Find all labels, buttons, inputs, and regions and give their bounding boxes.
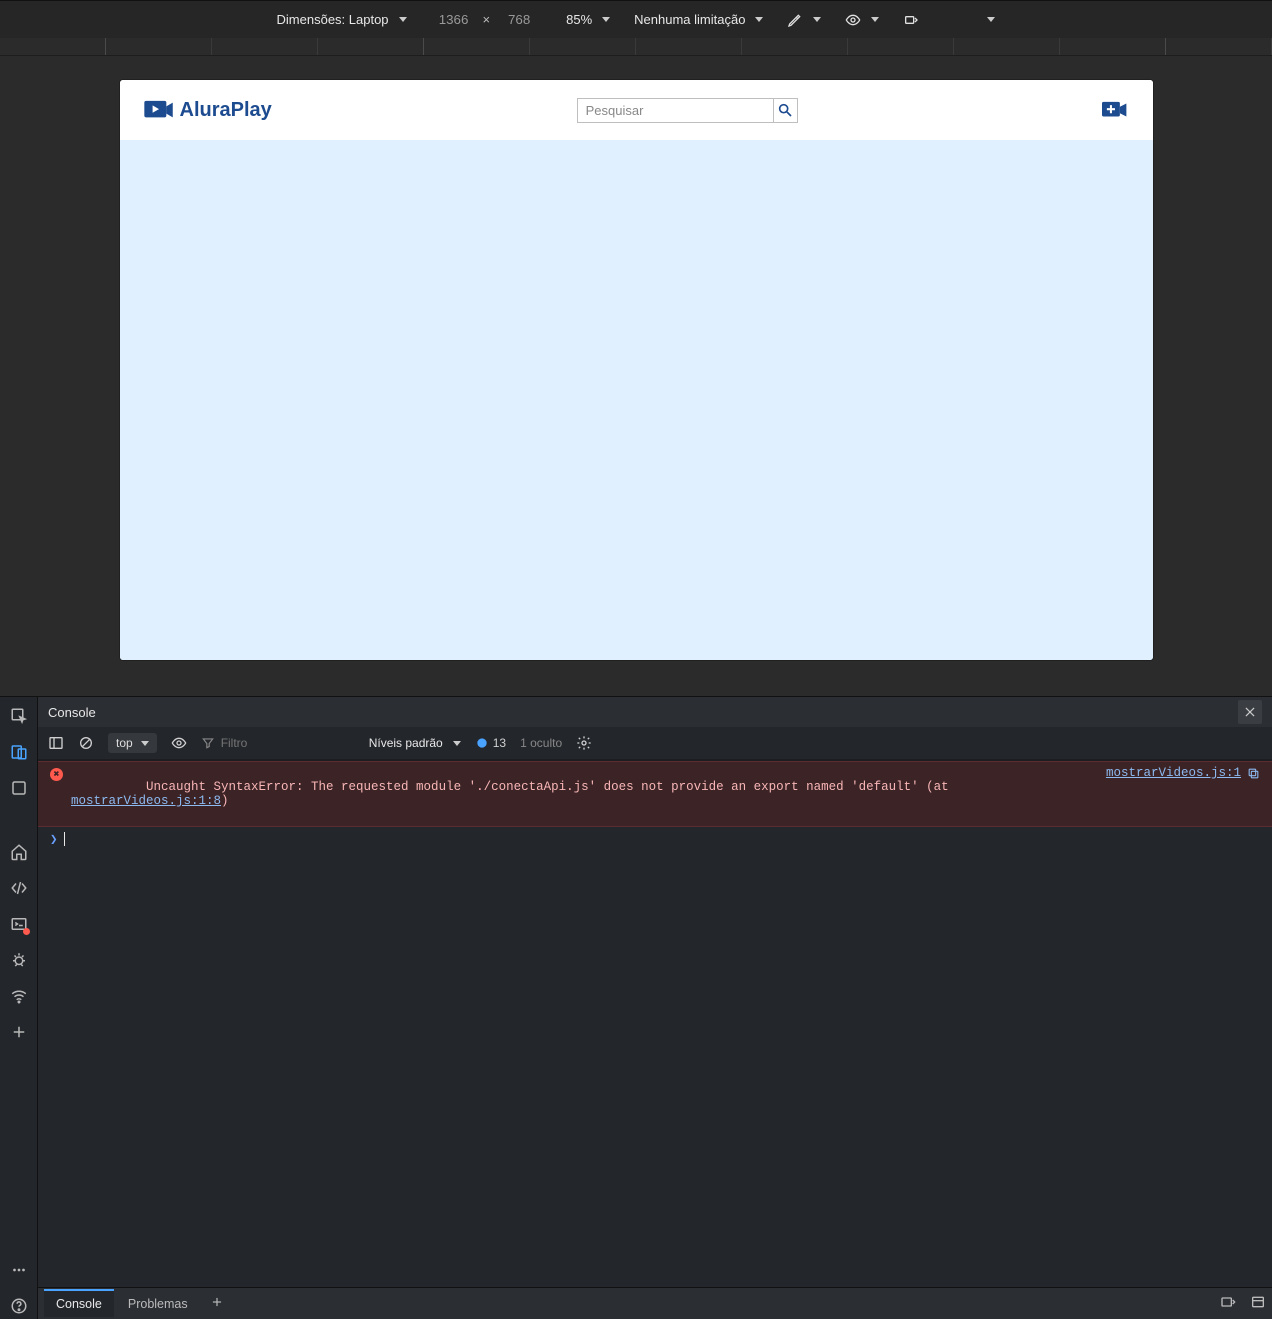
visibility-button[interactable]: [845, 12, 879, 28]
console-titlebar: Console: [38, 697, 1272, 727]
prompt-caret-icon: ❯: [50, 831, 58, 847]
console-prompt[interactable]: ❯: [38, 827, 1272, 851]
issues-count: 13: [493, 736, 506, 750]
zoom-dropdown[interactable]: 85%: [566, 12, 610, 27]
more-toolbar-button[interactable]: [983, 17, 995, 22]
plus-icon: [210, 1295, 224, 1309]
height-input[interactable]: [496, 12, 542, 27]
error-source-link[interactable]: mostrarVideos.js:1:8: [71, 794, 221, 808]
dimensions-values: ×: [431, 12, 543, 27]
log-levels-label: Níveis padrão: [369, 736, 443, 750]
network-panel-button[interactable]: [6, 983, 32, 1009]
console-error-row[interactable]: ✖ Uncaught SyntaxError: The requested mo…: [38, 761, 1272, 827]
close-icon: [1243, 705, 1257, 719]
debugger-panel-button[interactable]: [6, 947, 32, 973]
chevron-down-icon: [399, 17, 407, 22]
error-indicator-dot: [23, 928, 30, 935]
add-tab-button[interactable]: [202, 1295, 232, 1312]
page-body: [120, 140, 1153, 660]
help-button[interactable]: [6, 1293, 32, 1319]
more-tools-button[interactable]: [6, 1257, 32, 1283]
width-input[interactable]: [431, 12, 477, 27]
chevron-down-icon: [602, 17, 610, 22]
log-levels-dropdown[interactable]: Níveis padrão: [369, 736, 461, 750]
elements-panel-button[interactable]: [6, 875, 32, 901]
logo-text: AluraPlay: [180, 99, 272, 122]
issues-badge[interactable]: 13: [475, 736, 506, 750]
home-panel-button[interactable]: [6, 839, 32, 865]
filter-input[interactable]: [221, 736, 301, 750]
search-form: [577, 98, 798, 123]
ruler: [0, 38, 1272, 56]
add-panel-button[interactable]: [6, 1019, 32, 1045]
chevron-down-icon: [813, 17, 821, 22]
throttling-label: Nenhuma limitação: [634, 12, 745, 27]
dimensions-dropdown[interactable]: Dimensões: Laptop: [277, 12, 407, 27]
throttling-dropdown[interactable]: Nenhuma limitação: [634, 12, 763, 27]
live-expression-button[interactable]: [171, 735, 187, 751]
page-frame: AluraPlay: [120, 80, 1153, 660]
chevron-down-icon: [987, 17, 995, 22]
search-icon: [777, 102, 793, 118]
hidden-count: 1 oculto: [520, 736, 562, 750]
devtools-left-rail: [0, 697, 38, 1319]
chevron-down-icon: [755, 17, 763, 22]
copy-icon[interactable]: [1247, 767, 1260, 780]
search-button[interactable]: [773, 98, 798, 123]
page-header: AluraPlay: [120, 80, 1153, 140]
filter-icon: [201, 736, 215, 750]
eyedropper-button[interactable]: [787, 12, 821, 28]
close-button[interactable]: [1238, 700, 1262, 724]
inspect-element-button[interactable]: [6, 703, 32, 729]
console-settings-button[interactable]: [576, 735, 592, 751]
drawer-button-1[interactable]: [1220, 1294, 1236, 1313]
dimension-separator: ×: [483, 12, 491, 27]
clear-console-button[interactable]: [78, 735, 94, 751]
tab-problems[interactable]: Problemas: [116, 1291, 200, 1317]
execution-context-dropdown[interactable]: top: [108, 733, 157, 753]
dimensions-label: Dimensões: Laptop: [277, 12, 389, 27]
console-output[interactable]: ✖ Uncaught SyntaxError: The requested mo…: [38, 761, 1272, 1287]
console-title: Console: [48, 705, 96, 720]
logo[interactable]: AluraPlay: [144, 99, 272, 122]
error-message: Uncaught SyntaxError: The requested modu…: [71, 766, 1090, 822]
device-toolbar: Dimensões: Laptop × 85% Nenhuma limitaçã…: [0, 0, 1272, 38]
drawer-button-2[interactable]: [1250, 1294, 1266, 1313]
chevron-down-icon: [141, 741, 149, 746]
add-video-button[interactable]: [1102, 100, 1128, 120]
logo-icon: [144, 99, 174, 121]
rotate-button[interactable]: [903, 12, 919, 28]
text-cursor: [64, 832, 65, 846]
viewport-area: AluraPlay: [0, 56, 1272, 696]
devtools-main: Console top: [38, 697, 1272, 1319]
tab-console[interactable]: Console: [44, 1289, 114, 1317]
panel-button-1[interactable]: [6, 775, 32, 801]
chevron-down-icon: [871, 17, 879, 22]
devtools: Console top: [0, 696, 1272, 1319]
device-toggle-button[interactable]: [6, 739, 32, 765]
error-location: mostrarVideos.js:1: [1098, 766, 1260, 780]
add-video-icon: [1102, 100, 1128, 120]
chevron-down-icon: [453, 741, 461, 746]
error-icon: ✖: [50, 768, 63, 781]
error-location-link[interactable]: mostrarVideos.js:1: [1106, 766, 1241, 780]
devtools-bottom-tabs: Console Problemas: [38, 1287, 1272, 1319]
search-input[interactable]: [577, 98, 773, 123]
console-toolbar: top Níveis padrão 13 1 oculto: [38, 727, 1272, 761]
sidebar-toggle-button[interactable]: [48, 735, 64, 751]
issue-icon: [475, 736, 489, 750]
filter-wrap: [201, 736, 301, 750]
zoom-value: 85%: [566, 12, 592, 27]
console-panel-button[interactable]: [6, 911, 32, 937]
gear-icon: [576, 735, 592, 751]
context-label: top: [116, 736, 133, 750]
